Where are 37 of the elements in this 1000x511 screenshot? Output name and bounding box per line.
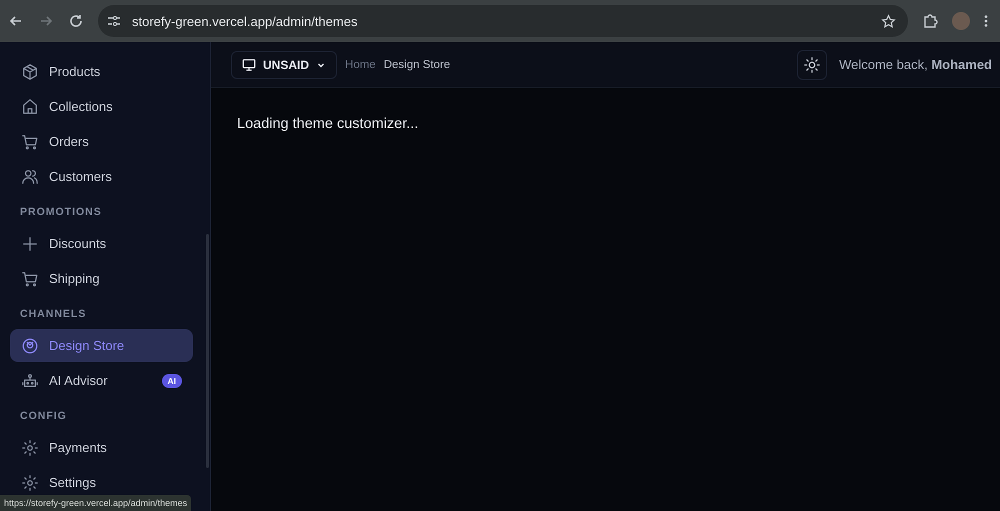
cart-icon: [21, 132, 39, 150]
sun-icon: [803, 56, 822, 74]
sidebar-item[interactable]: Orders: [10, 125, 193, 158]
sun-icon: [21, 474, 39, 492]
breadcrumb: Design Store: [384, 58, 450, 70]
monitor-icon: [242, 58, 256, 72]
sidebar-item[interactable]: Customers: [10, 160, 193, 193]
loading-message: Loading theme customizer...: [236, 115, 420, 134]
plus-icon: [21, 234, 39, 252]
star-icon[interactable]: [881, 14, 896, 28]
sidebar-item[interactable]: Products: [10, 55, 193, 88]
address-bar[interactable]: storefy-green.vercel.app/admin/themes: [98, 5, 908, 37]
sidebar-item[interactable]: Discounts: [10, 227, 193, 260]
sidebar-item[interactable]: Design Store: [10, 329, 193, 362]
section-label: PROMOTIONS: [19, 205, 103, 220]
sidebar-item[interactable]: Shipping: [10, 262, 193, 295]
sidebar-item[interactable]: Payments: [10, 431, 193, 464]
site-settings-icon[interactable]: [106, 13, 122, 29]
robot-icon: [21, 372, 39, 390]
sun-icon: [21, 438, 39, 456]
cart-icon: [21, 270, 39, 288]
ai-badge: AI: [162, 374, 182, 388]
theme-toggle-button[interactable]: [797, 50, 828, 80]
sidebar-item[interactable]: AI Advisor AI: [10, 364, 193, 397]
menu-icon[interactable]: [984, 14, 988, 28]
breadcrumb[interactable]: Home: [345, 58, 376, 70]
section-label: CONFIG: [19, 409, 68, 424]
home-icon: [21, 98, 39, 116]
reload-icon[interactable]: [68, 13, 84, 29]
url-text: storefy-green.vercel.app/admin/themes: [132, 14, 358, 28]
welcome-text: Welcome back, Mohamed: [839, 57, 992, 72]
users-icon: [21, 168, 39, 186]
section-label: CHANNELS: [19, 307, 88, 322]
store-selector[interactable]: UNSAID: [231, 50, 338, 78]
sidebar-item[interactable]: Collections: [10, 90, 193, 123]
box-icon: [21, 62, 39, 80]
puzzle-icon[interactable]: [922, 13, 938, 29]
